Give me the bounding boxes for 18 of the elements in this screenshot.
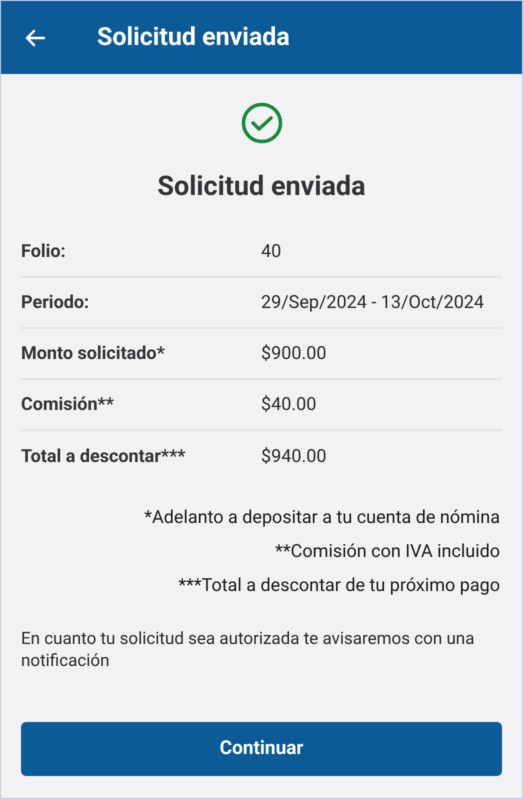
notification-message: En cuanto tu solicitud sea autorizada te avisaremos con una notificación — [21, 628, 476, 672]
detail-label: Total a descontar*** — [21, 444, 186, 468]
detail-value: 40 — [261, 240, 282, 264]
detail-label: Folio: — [21, 240, 67, 264]
check-circle-icon — [240, 102, 282, 144]
detail-label: Periodo: — [21, 290, 90, 314]
footnote: *Adelanto a depositar a tu cuenta de nómina — [144, 506, 500, 530]
detail-label: Comisión** — [21, 392, 115, 416]
detail-label: Monto solicitado* — [21, 342, 166, 366]
confirmation-heading: Solicitud enviada — [157, 169, 366, 204]
continue-button[interactable]: Continuar — [21, 722, 502, 776]
detail-value: $900.00 — [261, 342, 326, 366]
detail-value: 29/Sep/2024 - 13/Oct/2024 — [261, 290, 484, 314]
screen-title: Solicitud enviada — [97, 22, 290, 54]
footnote: ***Total a descontar de tu próximo pago — [178, 574, 500, 598]
footnote: **Comisión con IVA incluido — [275, 540, 500, 564]
detail-value: $940.00 — [261, 444, 326, 468]
detail-value: $40.00 — [261, 392, 316, 416]
